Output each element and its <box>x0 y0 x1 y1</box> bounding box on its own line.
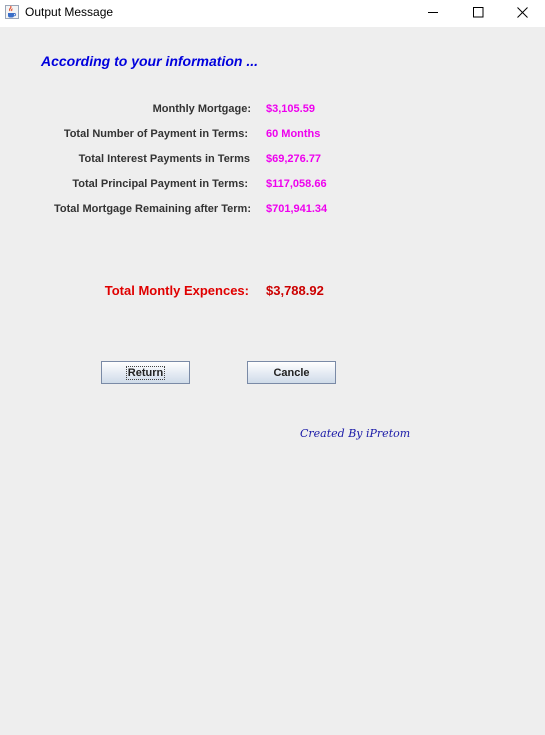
close-icon <box>517 5 528 23</box>
return-button-label: Return <box>125 365 166 380</box>
return-button[interactable]: Return <box>101 361 190 384</box>
interest-payments-label: Total Interest Payments in Terms <box>78 153 250 165</box>
monthly-mortgage-value: $3,105.59 <box>266 103 315 115</box>
minimize-button[interactable] <box>411 0 456 27</box>
cancel-button[interactable]: Cancle <box>247 361 336 384</box>
minimize-icon <box>428 5 439 23</box>
mortgage-remaining-label: Total Mortgage Remaining after Term: <box>53 203 251 215</box>
cancel-button-label: Cancle <box>273 366 310 379</box>
credit-text: Created By iPretom <box>300 427 411 440</box>
maximize-icon <box>473 5 484 23</box>
window-title: Output Message <box>25 5 114 19</box>
info-heading: According to your information ... <box>41 53 258 69</box>
title-bar[interactable]: Output Message <box>0 0 545 27</box>
interest-payments-value: $69,276.77 <box>266 153 322 165</box>
output-message-window: Output Message According to your informa… <box>0 0 545 735</box>
total-expenses-label: Total Montly Expences: <box>104 283 249 298</box>
mortgage-remaining-value: $701,941.34 <box>266 203 328 215</box>
maximize-button[interactable] <box>456 0 501 27</box>
java-cup-icon <box>5 5 19 19</box>
principal-payment-label: Total Principal Payment in Terms: <box>72 178 248 190</box>
monthly-mortgage-label: Monthly Mortgage: <box>152 103 251 115</box>
total-expenses-value: $3,788.92 <box>266 283 324 298</box>
payment-count-value: 60 Months <box>266 128 321 140</box>
close-button[interactable] <box>500 0 545 27</box>
principal-payment-value: $117,058.66 <box>266 178 327 190</box>
payment-count-label: Total Number of Payment in Terms: <box>63 128 248 140</box>
